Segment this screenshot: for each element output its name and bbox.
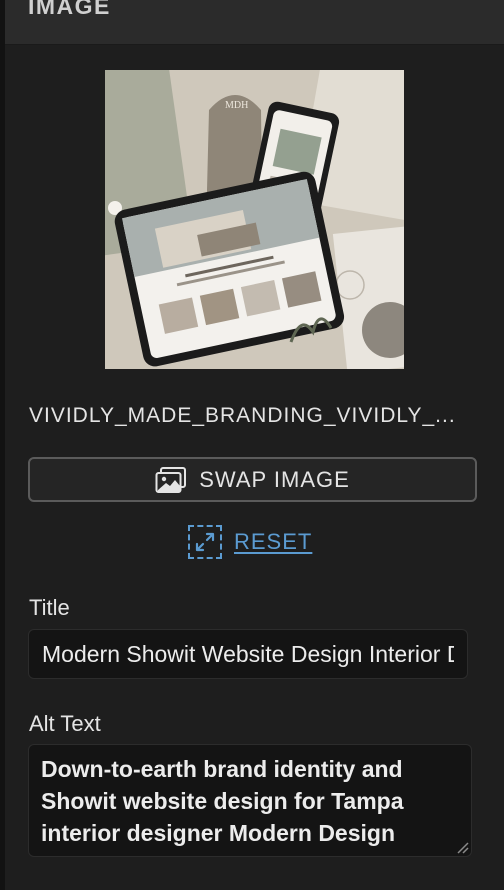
image-icon [155, 466, 187, 493]
expand-arrows-icon [188, 525, 222, 559]
image-thumbnail[interactable]: MDH [105, 70, 404, 369]
panel-title: IMAGE [28, 0, 111, 19]
swap-image-button[interactable]: SWAP IMAGE [28, 457, 477, 502]
alt-text-field-wrapper: Down-to-earth brand identity and Showit … [28, 744, 472, 857]
svg-text:MDH: MDH [225, 100, 248, 111]
title-input[interactable] [28, 629, 468, 679]
alt-text-textarea[interactable]: Down-to-earth brand identity and Showit … [29, 745, 471, 856]
reset-link[interactable]: RESET [188, 524, 312, 560]
resize-handle-icon[interactable] [455, 840, 469, 854]
panel-edge [0, 0, 5, 890]
panel-header: IMAGE [5, 0, 504, 45]
swap-image-label: SWAP IMAGE [199, 466, 350, 492]
reset-label: RESET [234, 529, 313, 554]
image-filename: VIVIDLY_MADE_BRANDING_VIVIDLY_... [29, 404, 456, 427]
title-label: Title [29, 595, 70, 620]
alt-text-label: Alt Text [29, 711, 101, 736]
